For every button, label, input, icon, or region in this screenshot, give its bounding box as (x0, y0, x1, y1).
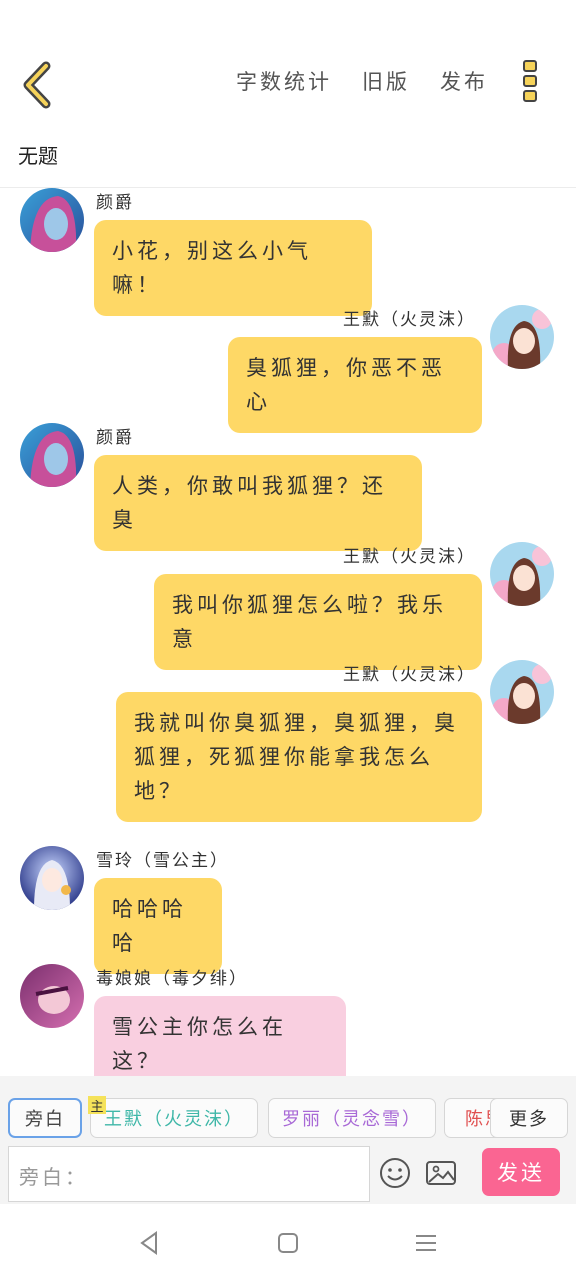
role-selector[interactable]: 旁白 王默（火灵沫） 主 罗丽（灵念雪） 陈思 更多 (0, 1096, 576, 1140)
more-menu-icon[interactable] (518, 60, 542, 110)
publish-button[interactable]: 发布 (440, 66, 488, 96)
avatar[interactable] (490, 660, 554, 724)
speaker-name: 颜爵 (96, 193, 134, 213)
speaker-name: 王默（火灵沫） (343, 310, 476, 330)
main-role-badge: 主 (88, 1096, 106, 1115)
send-button[interactable]: 发送 (482, 1148, 560, 1196)
message-bubble[interactable]: 雪公主你怎么在这？ (94, 996, 346, 1076)
role-chip-narrator[interactable]: 旁白 (8, 1098, 82, 1138)
message-bubble[interactable]: 人类，你敢叫我狐狸？还臭 (94, 455, 422, 551)
document-title[interactable]: 无题 (18, 140, 58, 169)
emoji-icon[interactable] (378, 1156, 412, 1190)
nav-home-icon[interactable] (273, 1228, 303, 1258)
back-arrow-icon[interactable] (18, 60, 62, 110)
old-version-button[interactable]: 旧版 (362, 66, 410, 96)
role-chip[interactable]: 王默（火灵沫） (90, 1098, 258, 1138)
message-bubble[interactable]: 我叫你狐狸怎么啦？我乐意 (154, 574, 482, 670)
role-chip-label: 王默（火灵沫） (104, 1109, 244, 1130)
system-nav-bar (0, 1204, 576, 1280)
nav-menu-icon[interactable] (411, 1228, 441, 1258)
speaker-name: 王默（火灵沫） (343, 665, 476, 685)
more-roles-button[interactable]: 更多 (490, 1098, 568, 1138)
avatar[interactable] (20, 846, 84, 910)
header-actions: 字数统计 旧版 发布 (236, 66, 488, 96)
composer-panel: 旁白 王默（火灵沫） 主 罗丽（灵念雪） 陈思 更多 旁白： 发送 (0, 1076, 576, 1204)
avatar[interactable] (490, 542, 554, 606)
message-bubble[interactable]: 小花，别这么小气嘛！ (94, 220, 372, 316)
avatar[interactable] (490, 305, 554, 369)
message-bubble[interactable]: 臭狐狸，你恶不恶心 (228, 337, 482, 433)
speaker-name: 颜爵 (96, 428, 134, 448)
dialogue-input[interactable]: 旁白： (8, 1146, 370, 1202)
message-bubble[interactable]: 哈哈哈哈 (94, 878, 222, 974)
chat-area[interactable]: 颜爵 小花，别这么小气嘛！ 王默（火灵沫） 臭狐狸，你恶不恶心 颜爵 人类，你敢… (0, 188, 576, 1076)
nav-back-icon[interactable] (134, 1228, 164, 1258)
speaker-name: 雪玲（雪公主） (96, 851, 229, 871)
top-bar: 字数统计 旧版 发布 无题 (0, 0, 576, 188)
avatar[interactable] (20, 188, 84, 252)
image-icon[interactable] (424, 1156, 458, 1190)
role-chip[interactable]: 罗丽（灵念雪） (268, 1098, 436, 1138)
avatar[interactable] (20, 964, 84, 1028)
role-chip-label: 罗丽（灵念雪） (282, 1109, 422, 1130)
speaker-name: 王默（火灵沫） (343, 547, 476, 567)
speaker-name: 毒娘娘（毒夕绯） (96, 969, 248, 989)
message-bubble[interactable]: 我就叫你臭狐狸，臭狐狸，臭狐狸，死狐狸你能拿我怎么地？ (116, 692, 482, 822)
word-count-button[interactable]: 字数统计 (236, 66, 332, 96)
avatar[interactable] (20, 423, 84, 487)
